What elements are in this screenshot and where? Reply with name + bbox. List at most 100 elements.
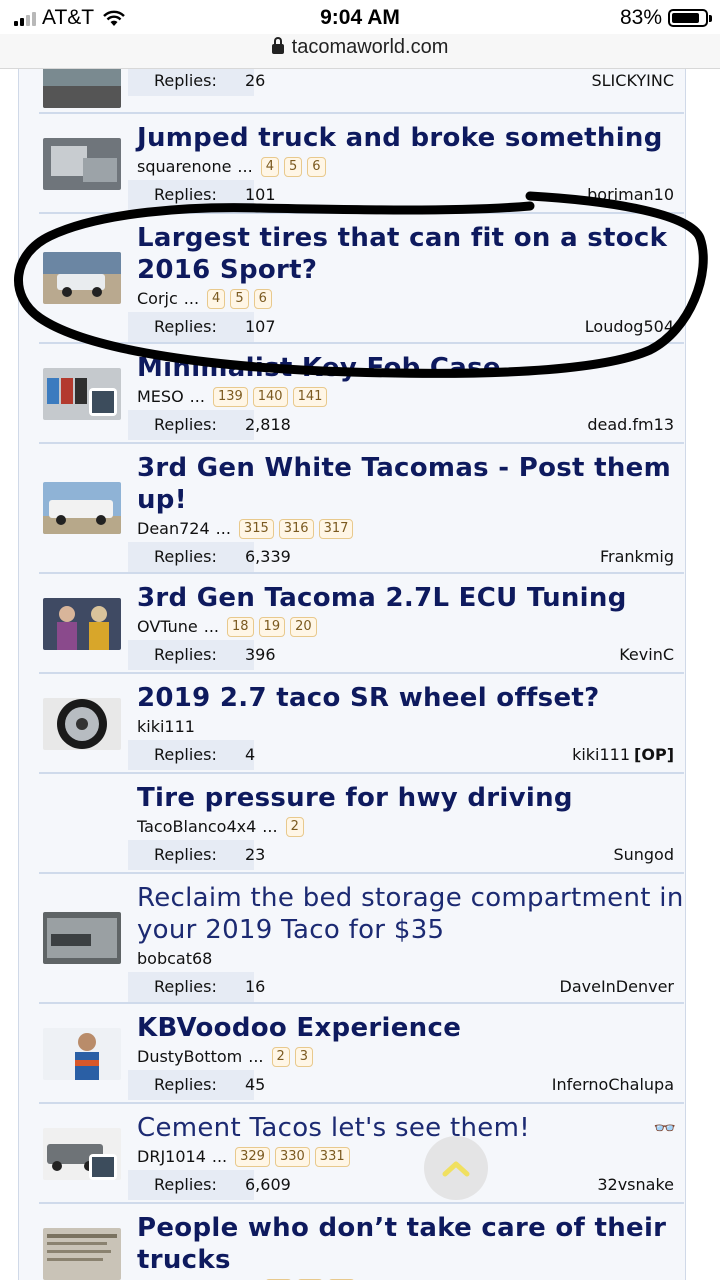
replies-count: Replies: 26 bbox=[128, 69, 265, 96]
page-link[interactable]: 331 bbox=[314, 1147, 350, 1167]
last-poster-link[interactable]: InfernoChalupa bbox=[552, 1070, 674, 1100]
thread-row[interactable]: 2019 2.7 taco SR wheel offset? kiki111 Rep… bbox=[39, 672, 684, 772]
thread-author-link[interactable]: kiki111 bbox=[137, 714, 195, 740]
thread-title-link[interactable]: People who don’t take care of their truc… bbox=[137, 1212, 684, 1276]
thread-author-link[interactable]: Dean724 bbox=[137, 516, 210, 542]
thread-row[interactable]: Tire pressure for hwy driving TacoBlanco4… bbox=[39, 772, 684, 872]
thread-author-link[interactable]: TacoBlanco4x4 bbox=[137, 814, 256, 840]
page-link[interactable]: 5 bbox=[283, 157, 303, 177]
thread-row[interactable]: Cement Tacos let's see them! DRJ1014... 32… bbox=[39, 1102, 684, 1202]
page-link[interactable]: 4 bbox=[260, 157, 279, 177]
last-poster-name[interactable]: Frankmig bbox=[600, 547, 674, 566]
thread-title-link[interactable]: 3rd Gen Tacoma 2.7L ECU Tuning bbox=[137, 582, 684, 614]
last-poster-name[interactable]: SLICKYINC bbox=[591, 71, 674, 90]
last-poster-link[interactable]: SLICKYINC bbox=[591, 69, 674, 96]
page-link[interactable]: 4 bbox=[207, 289, 226, 309]
last-poster-name[interactable]: boriman10 bbox=[587, 185, 674, 204]
thread-thumbnail[interactable] bbox=[43, 69, 121, 108]
page-link[interactable]: 329 bbox=[235, 1147, 270, 1167]
last-poster-name[interactable]: Sungod bbox=[613, 845, 674, 864]
last-poster-name[interactable]: InfernoChalupa bbox=[552, 1075, 674, 1094]
page-link[interactable]: 3 bbox=[294, 1047, 314, 1067]
thread-row[interactable]: Jumped truck and broke something squareno… bbox=[39, 112, 684, 212]
page-link[interactable]: 317 bbox=[318, 519, 354, 539]
thread-author-link[interactable]: DRJ1014 bbox=[137, 1144, 206, 1170]
thread-row[interactable]: People who don’t take care of their truc… bbox=[39, 1202, 684, 1280]
last-poster-link[interactable]: kiki111 [OP] bbox=[572, 740, 674, 770]
last-poster-link[interactable]: Sungod bbox=[613, 840, 674, 870]
thread-title-link[interactable]: 3rd Gen White Tacomas - Post them up! bbox=[137, 452, 684, 516]
page-link[interactable]: 140 bbox=[252, 387, 288, 407]
page-link[interactable]: 315 bbox=[238, 519, 274, 539]
page-link[interactable]: 18 bbox=[227, 617, 254, 637]
last-poster-link[interactable]: Frankmig bbox=[600, 542, 674, 572]
thread-title-link[interactable]: KBVoodoo Experience bbox=[137, 1012, 684, 1044]
thread-author-link[interactable]: Thunder Fist bbox=[137, 1276, 236, 1280]
thread-body: People who don’t take care of their truc… bbox=[137, 1204, 684, 1280]
thread-title-link[interactable]: Largest tires that can fit on a stock 20… bbox=[137, 222, 684, 286]
page-link[interactable]: 139 bbox=[212, 387, 248, 407]
thread-title-link[interactable]: Cement Tacos let's see them! bbox=[137, 1112, 684, 1144]
page-link[interactable]: 20 bbox=[290, 617, 317, 637]
thread-row[interactable]: nickrick78...2Replies:26SLICKYINC bbox=[39, 69, 684, 112]
thread-thumbnail[interactable] bbox=[43, 698, 121, 750]
thread-stats: Replies: 101 boriman10 bbox=[128, 180, 684, 212]
thread-author-link[interactable]: bobcat68 bbox=[137, 946, 212, 972]
thread-row[interactable]: Reclaim the bed storage compartment in y… bbox=[39, 872, 684, 1002]
thread-author-link[interactable]: OVTune bbox=[137, 614, 198, 640]
thread-body: Minimalist Key Fob Case MESO... 139 140 141 R… bbox=[128, 344, 684, 442]
last-poster-link[interactable]: KevinC bbox=[619, 640, 674, 670]
last-poster-name[interactable]: dead.fm13 bbox=[587, 415, 674, 434]
thread-author-link[interactable]: DustyBottom bbox=[137, 1044, 242, 1070]
thread-author-link[interactable]: MESO bbox=[137, 384, 184, 410]
thread-thumbnail[interactable] bbox=[43, 1128, 121, 1180]
last-poster-name[interactable]: DaveInDenver bbox=[560, 977, 675, 996]
last-poster-name[interactable]: kiki111 bbox=[572, 745, 630, 764]
thread-row[interactable]: KBVoodoo Experience DustyBottom... 2 3 Repli… bbox=[39, 1002, 684, 1102]
thread-author-link[interactable]: Corjc bbox=[137, 286, 178, 312]
thread-row[interactable]: Minimalist Key Fob Case MESO... 139 140 141 R… bbox=[39, 342, 684, 442]
last-poster-link[interactable]: DaveInDenver bbox=[560, 972, 675, 1002]
page-link[interactable]: 2 bbox=[285, 817, 304, 837]
last-poster-link[interactable]: dead.fm13 bbox=[587, 410, 674, 440]
last-poster-link[interactable]: 32vsnake bbox=[597, 1170, 674, 1200]
page-link[interactable]: 316 bbox=[278, 519, 314, 539]
last-poster-link[interactable]: Loudog504 bbox=[585, 312, 674, 342]
thread-title-link[interactable]: Minimalist Key Fob Case bbox=[137, 352, 684, 384]
page-link[interactable]: 141 bbox=[292, 387, 328, 407]
thread-thumbnail[interactable] bbox=[43, 138, 121, 190]
thread-title-link[interactable]: Jumped truck and broke something bbox=[137, 122, 684, 154]
page-link[interactable]: 6 bbox=[307, 157, 326, 177]
page-link[interactable]: 6 bbox=[253, 289, 272, 309]
last-poster-link[interactable]: boriman10 bbox=[587, 180, 674, 210]
thread-thumbnail[interactable] bbox=[43, 368, 121, 420]
thread-title-link[interactable]: Reclaim the bed storage compartment in y… bbox=[137, 882, 684, 946]
page-link[interactable]: 330 bbox=[274, 1147, 310, 1167]
page-ellipsis: ... bbox=[211, 1147, 228, 1166]
thread-thumbnail[interactable] bbox=[43, 1028, 121, 1080]
thread-title-link[interactable]: Tire pressure for hwy driving bbox=[137, 782, 684, 814]
last-poster-name[interactable]: KevinC bbox=[619, 645, 674, 664]
battery-icon bbox=[668, 9, 712, 27]
last-poster-name[interactable]: Loudog504 bbox=[585, 317, 674, 336]
thread-thumbnail[interactable] bbox=[43, 912, 121, 964]
address-bar[interactable]: tacomaworld.com bbox=[0, 34, 720, 69]
wheel-photo bbox=[43, 698, 121, 750]
page-link[interactable]: 2 bbox=[271, 1047, 290, 1067]
thread-title-link[interactable]: 2019 2.7 taco SR wheel offset? bbox=[137, 682, 684, 714]
watched-glasses-icon: 👓 bbox=[653, 1118, 676, 1139]
thread-row[interactable]: Largest tires that can fit on a stock 20… bbox=[39, 212, 684, 342]
page-link[interactable]: 5 bbox=[230, 289, 249, 309]
replies-label: Replies: bbox=[154, 1175, 217, 1194]
thread-thumbnail[interactable] bbox=[43, 252, 121, 304]
thread-row[interactable]: 3rd Gen White Tacomas - Post them up! Dea… bbox=[39, 442, 684, 572]
page-ellipsis: ... bbox=[237, 157, 253, 176]
thread-thumbnail[interactable] bbox=[43, 482, 121, 534]
thread-row[interactable]: 3rd Gen Tacoma 2.7L ECU Tuning OVTune... 1… bbox=[39, 572, 684, 672]
thread-author-link[interactable]: squarenone bbox=[137, 154, 231, 180]
thread-thumbnail[interactable] bbox=[43, 598, 121, 650]
last-poster-name[interactable]: 32vsnake bbox=[597, 1175, 674, 1194]
scroll-to-top-button[interactable] bbox=[424, 1136, 488, 1200]
thread-thumbnail[interactable] bbox=[43, 1228, 121, 1280]
page-link[interactable]: 19 bbox=[258, 617, 286, 637]
